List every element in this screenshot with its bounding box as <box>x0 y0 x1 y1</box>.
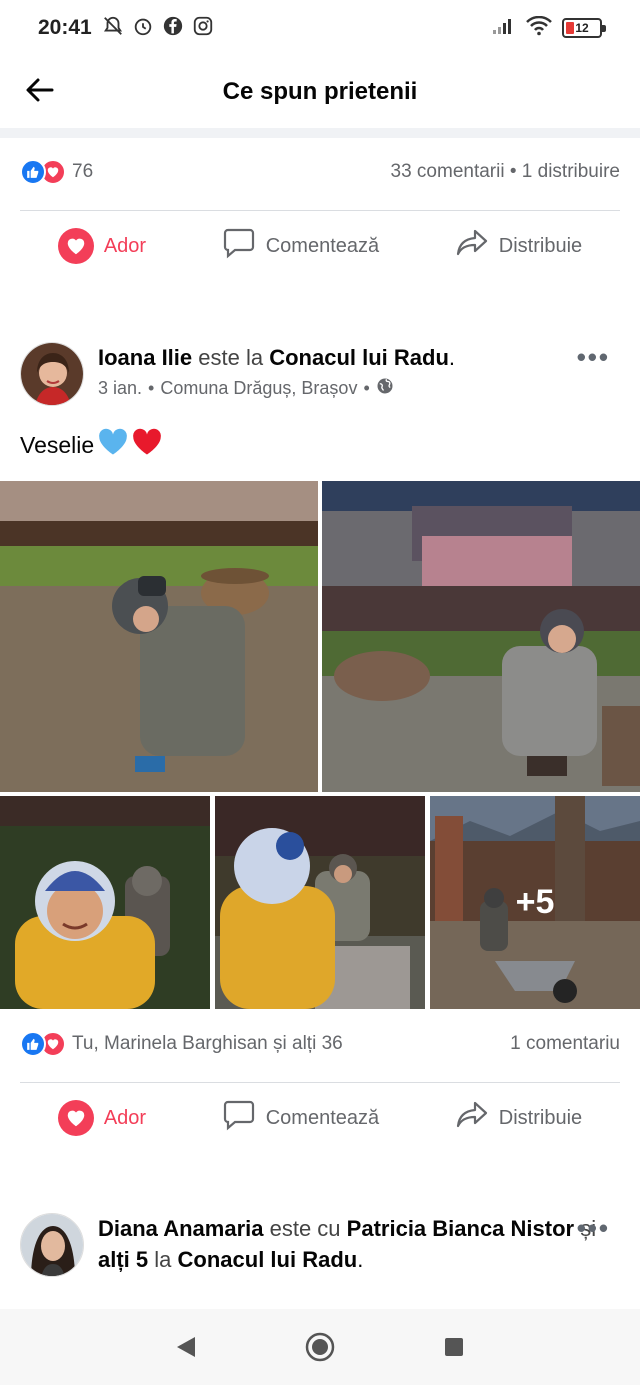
share-button[interactable]: Distribuie <box>455 227 582 265</box>
love-label: Ador <box>103 234 147 257</box>
photo-2[interactable] <box>322 481 640 792</box>
nav-recents-icon[interactable] <box>387 1317 521 1377</box>
red-heart-icon <box>132 428 162 462</box>
share-arrow-icon <box>455 227 489 265</box>
back-arrow-icon[interactable] <box>22 72 58 108</box>
battery-indicator: 12 <box>562 18 606 38</box>
author-verb: este la <box>198 345 264 370</box>
post-reactions[interactable]: Tu, Marinela Barghisan și alți 36 1 come… <box>20 1031 620 1057</box>
comment-button[interactable]: Comentează <box>222 227 379 265</box>
avatar[interactable] <box>20 1213 84 1277</box>
love-label: Ador <box>103 1106 147 1129</box>
comment-icon <box>222 227 256 265</box>
post-subline: 3 ian. • Comuna Drăguș, Brașov • <box>98 377 620 400</box>
comment-icon <box>222 1099 256 1137</box>
photo-5[interactable]: +5 <box>430 796 640 1009</box>
like-reaction-icon <box>20 1031 46 1057</box>
more-options-button[interactable]: ••• <box>577 1213 610 1244</box>
globe-icon <box>376 377 394 400</box>
post-actions: Ador Comentează Distribuie <box>0 1093 640 1143</box>
share-arrow-icon <box>455 1099 489 1137</box>
heart-icon <box>57 1100 94 1136</box>
at-word: la <box>154 1247 172 1272</box>
post-header: Ioana Ilie este la Conacul lui Radu. 3 i… <box>20 342 620 406</box>
instagram-icon <box>192 15 214 42</box>
section-gap <box>0 296 640 308</box>
reactions-summary: Tu, Marinela Barghisan și alți 36 <box>72 1033 343 1054</box>
prev-post-actions: Ador Comentează Distribuie <box>0 221 640 271</box>
share-button[interactable]: Distribuie <box>455 1099 582 1137</box>
reaction-count: 76 <box>72 161 94 182</box>
place-name[interactable]: Conacul lui Radu <box>269 345 449 370</box>
photo-1[interactable] <box>0 481 318 792</box>
status-bar: 20:41 12 <box>0 0 640 56</box>
photo-3[interactable] <box>0 796 210 1009</box>
facebook-icon <box>162 15 184 42</box>
alarm-icon <box>132 15 154 42</box>
author-name[interactable]: Diana Anamaria <box>98 1216 263 1241</box>
bell-muted-icon <box>102 15 124 42</box>
comment-button[interactable]: Comentează <box>222 1099 379 1137</box>
author-verb: este cu <box>269 1216 341 1241</box>
more-photos-overlay[interactable]: +5 <box>430 796 640 1009</box>
prev-post-reactions[interactable]: 76 33 comentarii • 1 distribuire <box>20 159 620 185</box>
place-name[interactable]: Conacul lui Radu <box>178 1247 358 1272</box>
share-label: Distribuie <box>498 1106 583 1129</box>
wifi-icon <box>526 15 552 41</box>
avatar[interactable] <box>20 342 84 406</box>
heart-icon <box>57 228 94 264</box>
share-label: Distribuie <box>498 234 583 257</box>
comments-count[interactable]: 1 comentariu <box>510 1033 620 1055</box>
blue-heart-icon <box>98 428 128 462</box>
more-options-button[interactable]: ••• <box>577 342 610 373</box>
app-header: Ce spun prietenii <box>0 56 640 128</box>
post-location[interactable]: Comuna Drăguș, Brașov <box>160 378 357 399</box>
love-button[interactable]: Ador <box>57 228 147 264</box>
post-date[interactable]: 3 ian. <box>98 378 142 399</box>
photo-4[interactable] <box>215 796 425 1009</box>
battery-level: 12 <box>575 21 589 35</box>
post-author-line: Ioana Ilie este la Conacul lui Radu. <box>98 345 456 370</box>
divider <box>20 1082 620 1083</box>
post-author-line: Diana Anamaria este cu Patricia Bianca N… <box>98 1216 597 1272</box>
divider <box>20 210 620 211</box>
post-text-body: Veselie <box>20 431 95 458</box>
comment-label: Comentează <box>265 234 380 257</box>
comment-label: Comentează <box>265 1106 380 1129</box>
tagged-others[interactable]: alți 5 <box>98 1247 148 1272</box>
nav-home-icon[interactable] <box>253 1317 387 1377</box>
system-nav-bar <box>0 1309 640 1385</box>
tagged-name[interactable]: Patricia Bianca Nistor <box>347 1216 574 1241</box>
post-header: Diana Anamaria este cu Patricia Bianca N… <box>20 1213 620 1277</box>
like-reaction-icon <box>20 159 46 185</box>
status-time: 20:41 <box>38 16 92 39</box>
page-title: Ce spun prietenii <box>222 78 418 105</box>
post-text: Veselie <box>20 428 162 462</box>
nav-back-icon[interactable] <box>119 1317 253 1377</box>
comments-shares-count[interactable]: 33 comentarii • 1 distribuire <box>391 161 620 183</box>
love-button[interactable]: Ador <box>57 1100 147 1136</box>
signal-icon <box>492 17 516 40</box>
author-name[interactable]: Ioana Ilie <box>98 345 192 370</box>
header-separator <box>0 128 640 138</box>
